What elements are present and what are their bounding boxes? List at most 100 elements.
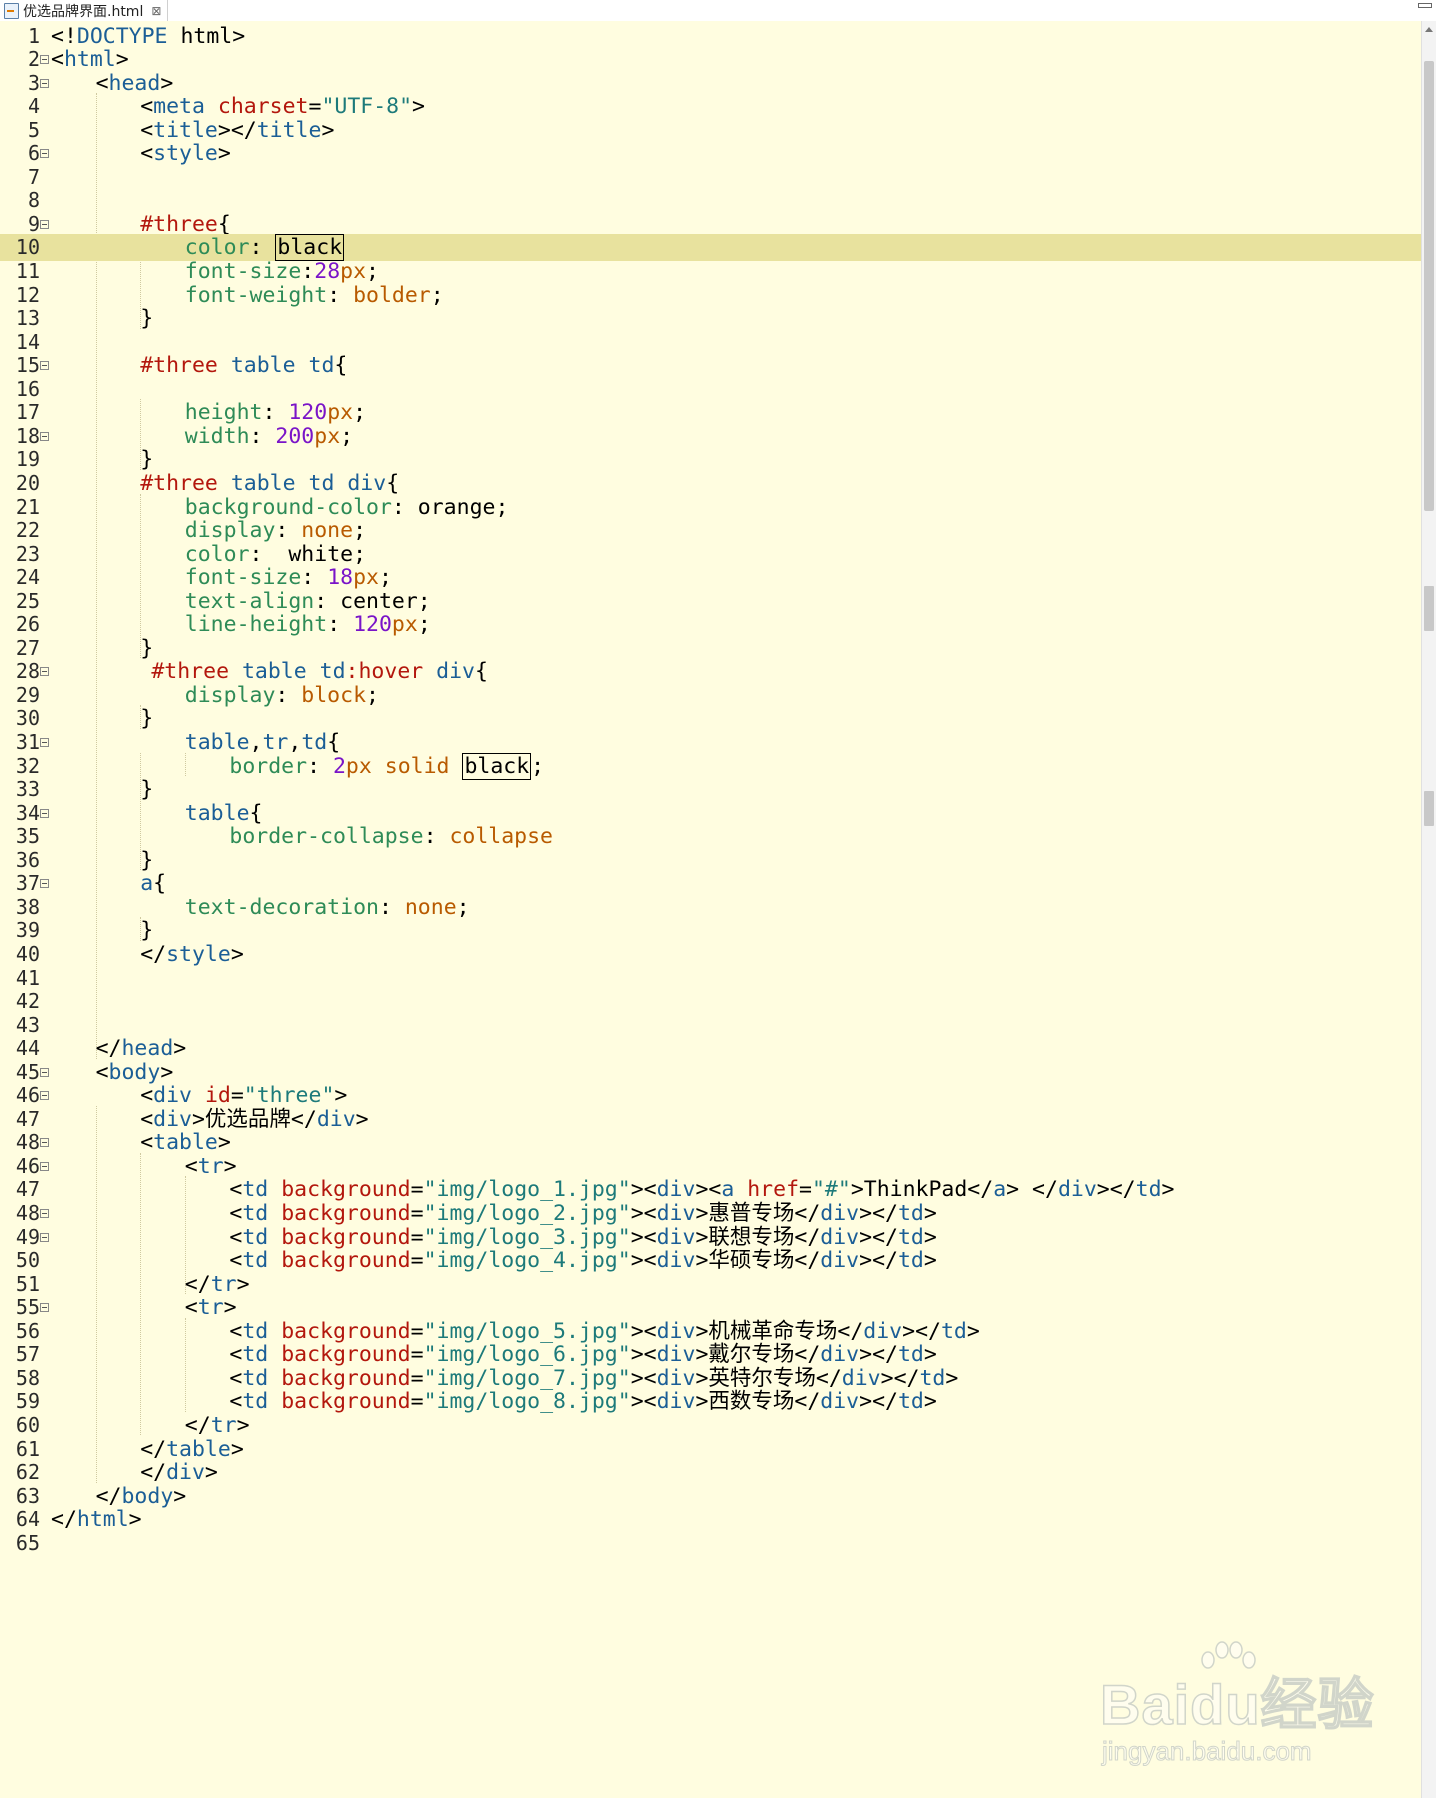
code-token: >: [321, 117, 335, 143]
fold-collapse-icon[interactable]: [40, 431, 49, 441]
code-token: a: [721, 1177, 735, 1203]
code-token: </: [95, 1483, 122, 1509]
code-token: tr: [210, 1271, 237, 1297]
code-token: div: [656, 1177, 696, 1203]
code-token: table: [230, 470, 296, 496]
code-token: >: [355, 1106, 369, 1132]
fold-collapse-icon[interactable]: [40, 361, 49, 371]
code-token: div: [820, 1342, 860, 1368]
code-token: title: [256, 117, 322, 143]
fold-collapse-icon[interactable]: [40, 55, 49, 65]
editor-tab-bar: 优选品牌界面.html ⊠: [0, 0, 1436, 22]
code-token: html: [63, 47, 116, 73]
scrollbar-marker: [1424, 586, 1434, 631]
code-token: div: [153, 1083, 192, 1109]
code-token: :: [301, 259, 315, 284]
file-tab[interactable]: 优选品牌界面.html ⊠: [0, 0, 169, 21]
code-token: div: [656, 1389, 696, 1415]
code-token: >: [173, 1036, 187, 1062]
code-token: px: [353, 565, 379, 591]
code-line[interactable]: 65: [0, 1530, 1422, 1557]
scroll-up-arrow-icon[interactable]: [1425, 27, 1433, 32]
code-editor[interactable]: 1 <!DOCTYPE html> 2 <html> 3 <head> 4 <meta cha…: [0, 21, 1422, 1798]
code-token: div: [436, 659, 476, 685]
code-token: table: [166, 1436, 231, 1462]
code-token: >机械革命专场</: [695, 1318, 864, 1344]
fold-collapse-icon[interactable]: [40, 879, 49, 889]
code-token: background: [281, 1224, 411, 1250]
code-token: =: [410, 1177, 424, 1203]
fold-collapse-icon[interactable]: [40, 219, 49, 229]
code-token: :: [301, 565, 328, 591]
code-token: div: [863, 1318, 903, 1344]
code-token: >惠普专场</: [695, 1201, 821, 1226]
code-token: td: [242, 1248, 269, 1274]
watermark-brand: Baidu经验: [1099, 1672, 1375, 1737]
code-token: :: [249, 235, 276, 261]
code-token: >: [160, 70, 174, 96]
fold-collapse-icon[interactable]: [40, 1067, 49, 1077]
code-token: >: [236, 1412, 250, 1438]
code-token: <: [95, 70, 109, 96]
fold-collapse-icon[interactable]: [40, 78, 49, 88]
fold-collapse-icon[interactable]: [40, 1091, 49, 1101]
code-token: "img/logo_5.jpg": [423, 1318, 631, 1344]
code-token: :: [275, 518, 302, 544]
fold-collapse-icon[interactable]: [40, 738, 49, 747]
scrollbar-thumb[interactable]: [1424, 61, 1434, 511]
fold-collapse-icon[interactable]: [40, 808, 49, 818]
code-token: div: [656, 1318, 696, 1344]
code-token: background: [281, 1389, 411, 1415]
code-token: div: [656, 1342, 696, 1368]
code-token: <: [140, 1130, 154, 1156]
fold-collapse-icon[interactable]: [40, 667, 49, 677]
code-token: ;: [353, 518, 367, 544]
code-token: }: [140, 847, 154, 873]
code-token: td: [301, 730, 328, 755]
code-token: =: [410, 1389, 424, 1415]
code-token: }: [140, 447, 154, 473]
code-token: 18: [327, 565, 354, 591]
code-token: >: [115, 47, 129, 73]
code-token: >: [412, 94, 425, 120]
fold-collapse-icon[interactable]: [40, 1161, 49, 1171]
code-token: #three: [140, 470, 218, 496]
code-token: <: [140, 117, 154, 143]
code-token: :: [275, 682, 302, 708]
minimize-icon[interactable]: [1418, 3, 1432, 8]
fold-collapse-icon[interactable]: [40, 1138, 49, 1148]
code-token: </: [140, 1436, 167, 1462]
code-token: <: [229, 1365, 243, 1391]
fold-collapse-icon[interactable]: [40, 1303, 49, 1313]
code-token: body: [121, 1483, 174, 1509]
code-token: =: [410, 1318, 424, 1344]
code-token: : orange;: [391, 494, 509, 520]
code-token: line-height: [184, 612, 328, 638]
code-token: px: [327, 400, 354, 426]
code-token: td: [897, 1342, 924, 1368]
code-token: td: [242, 1177, 269, 1203]
fold-collapse-icon[interactable]: [40, 149, 49, 159]
code-token: td: [897, 1248, 924, 1274]
close-tab-icon[interactable]: ⊠: [151, 4, 161, 18]
code-token: none: [301, 518, 354, 544]
code-token: a: [140, 871, 154, 897]
code-token: ;: [531, 753, 545, 779]
fold-collapse-icon[interactable]: [40, 1209, 49, 1218]
code-token: <: [140, 1083, 154, 1109]
code-token: td: [242, 1224, 269, 1250]
vertical-scrollbar[interactable]: [1421, 21, 1436, 1798]
code-token: ></: [1096, 1177, 1136, 1203]
fold-collapse-icon[interactable]: [40, 1232, 49, 1242]
code-token: background: [281, 1365, 411, 1391]
code-token: ><: [630, 1342, 657, 1368]
